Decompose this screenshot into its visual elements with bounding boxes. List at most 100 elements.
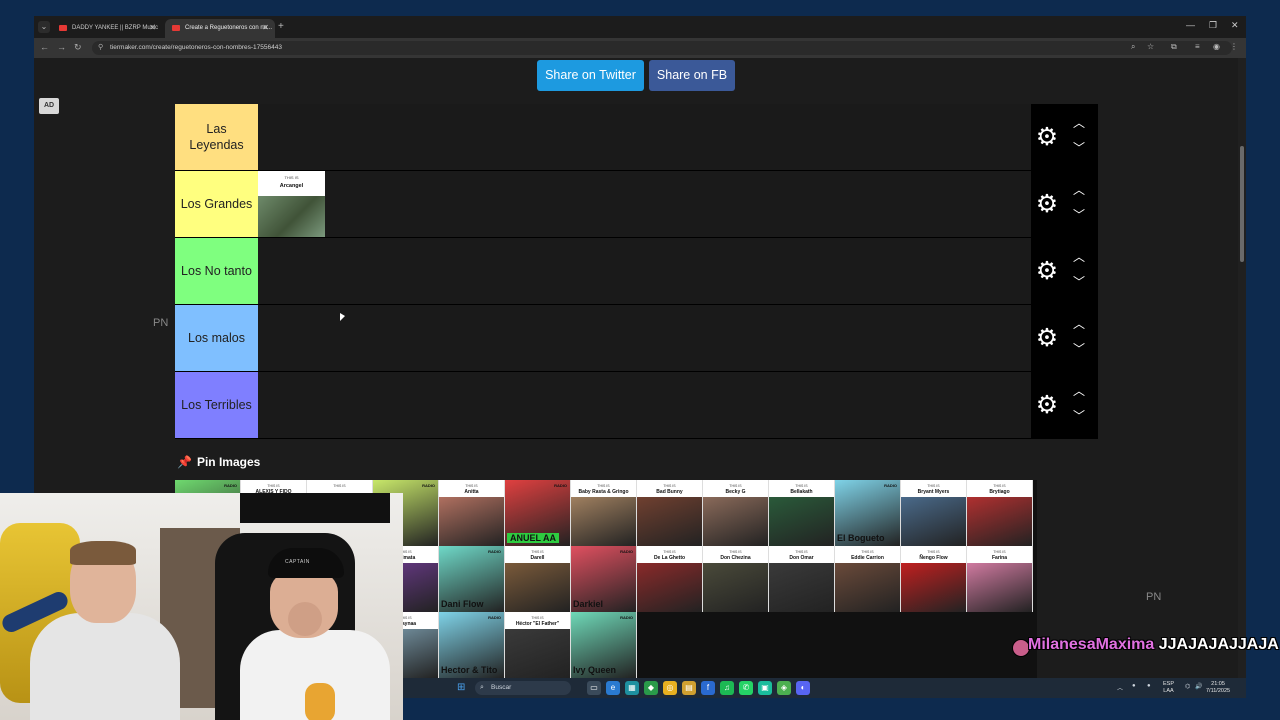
chevron-up-icon[interactable]: ︿ bbox=[1069, 317, 1089, 331]
app-icon[interactable]: ▣ bbox=[758, 681, 772, 695]
app-icon[interactable]: ◈ bbox=[777, 681, 791, 695]
chat-message: MilanesaMaxima JJAJAJAJJAJA bbox=[1028, 636, 1279, 654]
tier-drop-zone[interactable] bbox=[258, 305, 1031, 371]
pool-image-card[interactable]: THIS IS Héctor "El Father" bbox=[505, 612, 571, 678]
pool-image-card[interactable]: THIS IS Ñengo Flow bbox=[901, 546, 967, 612]
bookmark-star-icon[interactable]: ☆ bbox=[1147, 42, 1154, 51]
tier-label[interactable]: Los Grandes bbox=[175, 171, 258, 237]
site-info-icon[interactable]: ⚲ bbox=[98, 41, 103, 55]
pool-image-card[interactable]: THIS IS Anitta bbox=[439, 480, 505, 546]
pool-image-card[interactable]: THIS IS Brytiago bbox=[967, 480, 1033, 546]
whatsapp-icon[interactable]: ✆ bbox=[739, 681, 753, 695]
language-indicator[interactable]: ESP LAA bbox=[1163, 681, 1174, 695]
pool-image-card[interactable]: RADIO Ivy Queen bbox=[571, 612, 637, 678]
close-tab-icon[interactable]: ✕ bbox=[149, 23, 156, 32]
share-fb-button[interactable]: Share on FB bbox=[649, 60, 735, 91]
tier-drop-zone[interactable]: THIS IS Arcangel bbox=[258, 171, 1031, 237]
pool-image-card[interactable]: RADIO Dani Flow bbox=[439, 546, 505, 612]
tray-chevron-icon[interactable]: ︿ bbox=[1117, 683, 1123, 692]
tier-label[interactable]: Los No tanto bbox=[175, 238, 258, 304]
more-menu-icon[interactable]: ⋮ bbox=[1230, 42, 1238, 51]
chevron-up-icon[interactable]: ︿ bbox=[1069, 250, 1089, 264]
taskbar-search[interactable]: ⌕ Buscar bbox=[475, 681, 571, 695]
close-tab-icon[interactable]: ✕ bbox=[262, 23, 269, 32]
cap-logo: CAPTAIN bbox=[285, 559, 310, 565]
pool-image-card[interactable]: THIS IS Baby Rasta & Gringo bbox=[571, 480, 637, 546]
tier-drop-zone[interactable] bbox=[258, 238, 1031, 304]
tier-label[interactable]: Las Leyendas bbox=[175, 104, 258, 170]
new-tab-icon[interactable]: + bbox=[278, 21, 284, 32]
gear-icon[interactable]: ⚙ bbox=[1033, 324, 1061, 352]
file-explorer-icon[interactable]: ▤ bbox=[682, 681, 696, 695]
back-icon[interactable]: ← bbox=[40, 42, 49, 52]
facebook-icon[interactable]: f bbox=[701, 681, 715, 695]
pool-image-card[interactable]: THIS IS Becky G bbox=[703, 480, 769, 546]
pool-image-card[interactable]: THIS IS Bellakath bbox=[769, 480, 835, 546]
tier-label[interactable]: Los malos bbox=[175, 305, 258, 371]
windows-start-icon[interactable]: ⊞ bbox=[457, 682, 469, 694]
pool-image-card[interactable]: RADIO El Bogueto bbox=[835, 480, 901, 546]
pool-image-card[interactable]: THIS IS Bad Bunny bbox=[637, 480, 703, 546]
pin-images-toggle[interactable]: 📌 Pin Images bbox=[177, 455, 260, 469]
scrollbar-thumb[interactable] bbox=[1240, 146, 1244, 262]
chevron-up-icon[interactable]: ︿ bbox=[1069, 116, 1089, 130]
chevron-down-icon[interactable]: ﹀ bbox=[1069, 342, 1089, 356]
discord-icon[interactable]: ◐ bbox=[796, 681, 810, 695]
chevron-up-icon[interactable]: ︿ bbox=[1069, 183, 1089, 197]
pool-image-card[interactable]: THIS IS Darell bbox=[505, 546, 571, 612]
volume-icon[interactable]: 🔊 bbox=[1195, 683, 1202, 690]
chevron-up-icon[interactable]: ︿ bbox=[1069, 384, 1089, 398]
tab-youtube[interactable]: DADDY YANKEE || BZRP Music ✕ bbox=[52, 19, 162, 38]
spotify-icon[interactable]: ♫ bbox=[720, 681, 734, 695]
tier-label[interactable]: Los Terribles bbox=[175, 372, 258, 438]
pool-image-card[interactable]: THIS IS Don Chezina bbox=[703, 546, 769, 612]
pool-image-card[interactable]: THIS IS Farina bbox=[967, 546, 1033, 612]
chevron-down-icon[interactable]: ﹀ bbox=[1069, 409, 1089, 423]
artist-name: Bryant Myers bbox=[917, 489, 950, 495]
app-icon[interactable]: ◆ bbox=[644, 681, 658, 695]
pool-image-card[interactable]: THIS IS De La Ghetto bbox=[637, 546, 703, 612]
share-twitter-button[interactable]: Share on Twitter bbox=[537, 60, 644, 91]
restore-icon[interactable]: ❐ bbox=[1209, 20, 1217, 31]
pool-image-card[interactable]: RADIO Darkiel bbox=[571, 546, 637, 612]
gear-icon[interactable]: ⚙ bbox=[1033, 190, 1061, 218]
chevron-down-icon[interactable]: ﹀ bbox=[1069, 208, 1089, 222]
chevron-down-icon[interactable]: ﹀ bbox=[1069, 275, 1089, 289]
gear-icon[interactable]: ⚙ bbox=[1033, 257, 1061, 285]
tray-app-icon[interactable]: ● bbox=[1132, 683, 1136, 689]
edge-icon[interactable]: e bbox=[606, 681, 620, 695]
pool-image-card[interactable]: THIS IS Eddie Carrion bbox=[835, 546, 901, 612]
tab-search-menu-icon[interactable]: ⌄ bbox=[38, 21, 50, 33]
chrome-icon[interactable]: ◎ bbox=[663, 681, 677, 695]
mic-icon[interactable]: ● bbox=[1147, 683, 1151, 689]
tier-drop-zone[interactable] bbox=[258, 372, 1031, 438]
url-field[interactable]: ⚲ tiermaker.com/create/reguetoneros-con-… bbox=[92, 41, 1232, 55]
reload-icon[interactable]: ↻ bbox=[74, 42, 82, 53]
zoom-icon[interactable]: ⌕ bbox=[1131, 42, 1135, 52]
pool-image-card[interactable]: THIS IS Don Omar bbox=[769, 546, 835, 612]
pool-image-card[interactable]: THIS IS Bryant Myers bbox=[901, 480, 967, 546]
tiermaker-icon bbox=[172, 25, 180, 31]
clock-date: 7/11/2025 bbox=[1206, 688, 1231, 694]
pool-image-card[interactable]: RADIO Hector & Tito bbox=[439, 612, 505, 678]
chevron-down-icon[interactable]: ﹀ bbox=[1069, 141, 1089, 155]
this-is-label: THIS IS bbox=[927, 550, 940, 554]
task-view-icon[interactable]: ▭ bbox=[587, 681, 601, 695]
profile-icon[interactable]: ◉ bbox=[1213, 42, 1220, 51]
minimize-icon[interactable]: — bbox=[1186, 20, 1195, 30]
tier-row: Los Grandes THIS IS Arcangel ⚙ ︿ ﹀ bbox=[175, 171, 1098, 238]
store-icon[interactable]: ▦ bbox=[625, 681, 639, 695]
tier-item-arcangel[interactable]: THIS IS Arcangel bbox=[258, 171, 325, 237]
taskbar-clock[interactable]: 21:05 7/11/2025 bbox=[1206, 681, 1230, 695]
pool-image-card[interactable]: RADIO ANUEL AA bbox=[505, 480, 571, 546]
extensions-icon[interactable]: ⧉ bbox=[1171, 42, 1177, 52]
tab-tiermaker[interactable]: Create a Reguetoneros con no... ✕ bbox=[165, 19, 275, 38]
wifi-icon[interactable]: ⌬ bbox=[1185, 683, 1190, 690]
media-icon[interactable]: ≡ bbox=[1195, 42, 1200, 51]
page-scrollbar[interactable] bbox=[1238, 58, 1246, 698]
tier-drop-zone[interactable] bbox=[258, 104, 1031, 170]
gear-icon[interactable]: ⚙ bbox=[1033, 391, 1061, 419]
close-window-icon[interactable]: ✕ bbox=[1231, 20, 1239, 31]
forward-icon[interactable]: → bbox=[57, 42, 66, 52]
gear-icon[interactable]: ⚙ bbox=[1033, 123, 1061, 151]
